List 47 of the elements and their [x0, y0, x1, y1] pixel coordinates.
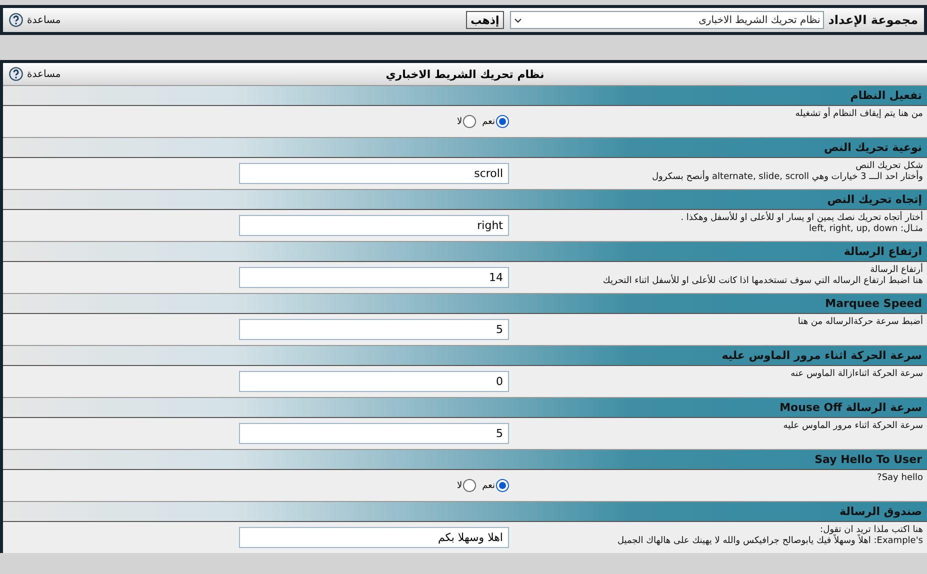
radio-label: لا [457, 116, 462, 126]
section-title: نوعية تحريك النص [824, 141, 922, 154]
input-field[interactable]: scroll [239, 163, 509, 184]
input-field[interactable]: 5 [239, 423, 509, 444]
setting-description: من هنا يتم إيقاف النظام أو تشغيله [794, 109, 923, 120]
help-link[interactable]: مساعدة [27, 14, 61, 26]
go-button[interactable]: إذهب [466, 11, 504, 29]
setting-description: شكل تحريك النص [854, 161, 923, 171]
section-title: Marquee Speed [825, 297, 922, 310]
radio-label: نعم [482, 116, 495, 126]
radio-button[interactable] [463, 115, 476, 128]
settings-group-label: مجموعة الإعداد [828, 13, 918, 27]
section-title: سرعة الرسالة Mouse Off [780, 401, 922, 414]
section-title: ارتفاع الرسالة [844, 245, 922, 258]
setting-description: سرعة الحركة اثناء مرور الماوس عليه [782, 421, 923, 432]
setting-description: أضبط سرعة حركةالرساله من هنا [796, 317, 923, 328]
input-field[interactable]: 14 [239, 267, 509, 288]
help-link[interactable]: مساعدة [27, 68, 61, 80]
setting-description: مثـال: left, right, up, down [808, 224, 923, 235]
setting-description: هنا اكتب ملذا تريد ان تقول: [819, 525, 923, 535]
section-title: تفعيل النظام [850, 89, 922, 102]
help-icon[interactable] [9, 13, 23, 27]
input-field[interactable]: اهلا وسهلا بكم [239, 527, 509, 548]
setting-description: هنا اضبط ارتفاع الرساله التي سوف تستخدمها اذا كانت للأعلى او للأسفل اثناء التحريك [602, 276, 923, 287]
settings-group-select[interactable]: نظام تحريك الشريط الاخبارى [510, 11, 824, 29]
section-title: سرعة الحركة اثناء مرور الماوس عليه [722, 349, 922, 362]
radio-label: نعم [482, 480, 495, 490]
radio-button[interactable] [496, 479, 509, 492]
input-field[interactable]: right [239, 215, 509, 236]
section-title: Say Hello To User [814, 453, 922, 466]
section-title: صندوق الرسالة [840, 505, 922, 518]
input-field[interactable]: 0 [239, 371, 509, 392]
setting-description: Example's: اهلاً وسهلاً فيك يابوصالح جرافيكس والله لا يهينك على هالهاك الجميل [616, 536, 923, 547]
select-value: نظام تحريك الشريط الاخبارى [698, 14, 820, 26]
setting-description: سرعة الحركة اثناءازالة الماوس عنه [790, 369, 923, 380]
radio-label: لا [457, 480, 462, 490]
setting-description: Say hello? [876, 473, 923, 484]
help-icon[interactable] [9, 67, 23, 81]
radio-button[interactable] [463, 479, 476, 492]
panel-title: نظام تحريك الشريط الاخباري [386, 68, 544, 80]
setting-description: أختار أتجاه تحريك نصك يمين او يسار او للأعلى او للأسفل وهكذا . [680, 213, 923, 224]
setting-description: أرتفاع الرسالة [869, 265, 923, 276]
setting-description: وأختار احد الـــ 3 خيارات وهي alternate, slide, scroll وأنصح بسكرول [650, 172, 923, 183]
section-title: إتجاه تحريك النص [827, 193, 922, 206]
dropdown-caret-icon [514, 18, 522, 22]
radio-button[interactable] [496, 115, 509, 128]
input-field[interactable]: 5 [239, 319, 509, 340]
